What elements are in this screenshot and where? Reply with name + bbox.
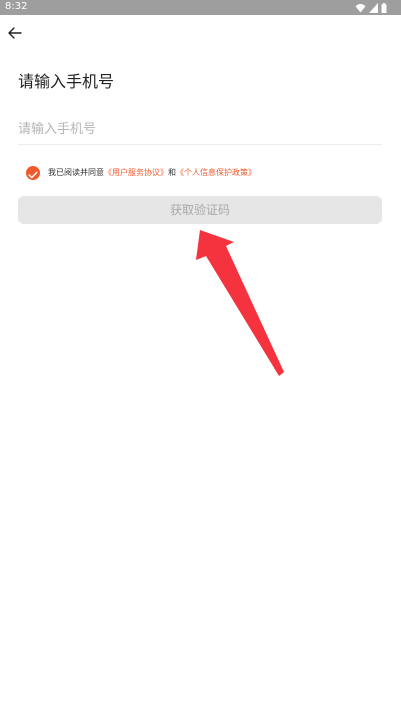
agreement-prefix: 我已阅读并同意 <box>48 168 104 177</box>
arrow-left-icon <box>8 24 22 43</box>
back-button[interactable] <box>4 22 26 44</box>
user-agreement-link[interactable]: 《用户服务协议》 <box>104 168 168 177</box>
get-code-button[interactable]: 获取验证码 <box>18 196 382 224</box>
status-icons <box>355 2 387 13</box>
hint-arrow-annotation <box>196 230 284 376</box>
signal-icon <box>369 2 378 13</box>
wifi-icon <box>355 3 366 13</box>
agree-checkbox[interactable] <box>26 166 40 180</box>
agreement-conjunction: 和 <box>168 168 176 177</box>
status-time: 8:32 <box>5 1 28 12</box>
status-bar: 8:32 <box>0 0 401 15</box>
phone-input[interactable] <box>18 116 382 142</box>
page-title: 请输入手机号 <box>18 72 115 91</box>
input-underline <box>18 144 382 145</box>
battery-icon <box>381 2 387 13</box>
privacy-policy-link[interactable]: 《个人信息保护政策》 <box>176 168 256 177</box>
agreement-text: 我已阅读并同意《用户服务协议》和《个人信息保护政策》 <box>48 167 256 179</box>
check-circle-icon <box>28 164 38 183</box>
